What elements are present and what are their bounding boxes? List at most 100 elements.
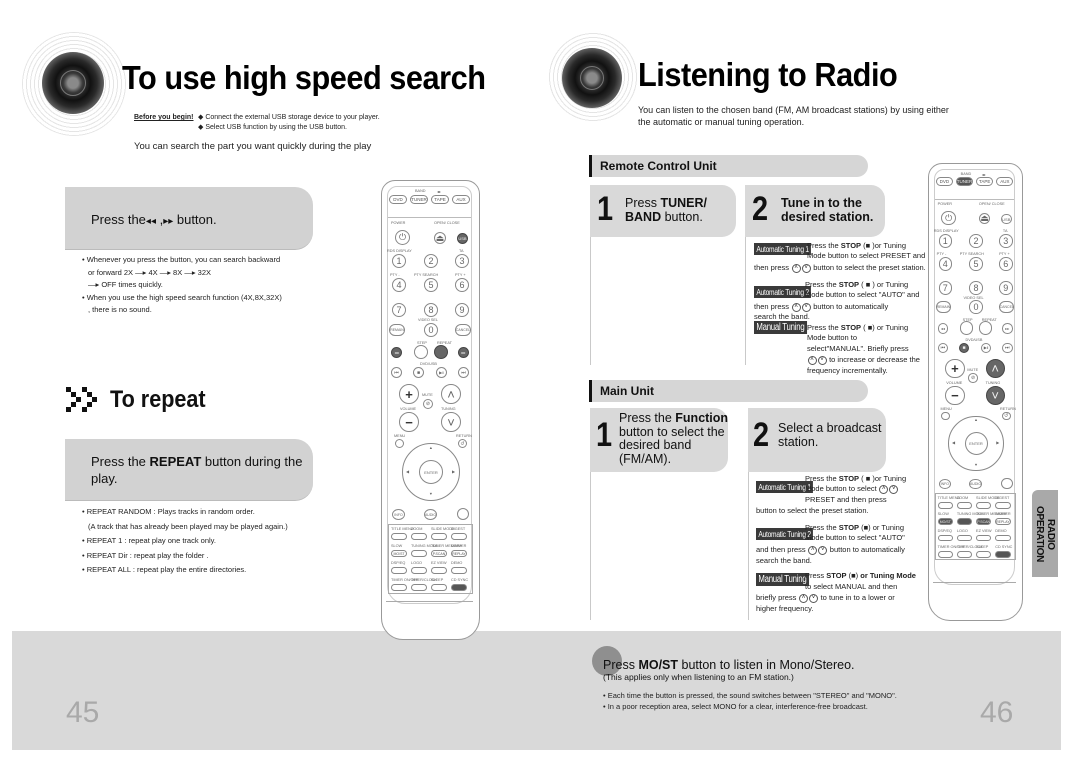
function-button[interactable] (995, 534, 1011, 542)
function-button[interactable] (451, 584, 467, 591)
digit-button-2[interactable]: 2 (424, 254, 438, 268)
function-button[interactable] (995, 501, 1011, 509)
function-button[interactable] (976, 501, 992, 509)
function-button[interactable] (956, 518, 973, 525)
digit-button-3[interactable]: 3 (455, 254, 469, 268)
power-button[interactable]: ⏻ (395, 230, 410, 245)
source-button-dvd[interactable]: DVD (935, 177, 953, 187)
play-pause-button[interactable]: ▶‖ (436, 367, 447, 378)
function-button[interactable] (391, 567, 407, 574)
source-button-dvd[interactable]: DVD (389, 195, 407, 204)
function-button[interactable] (976, 534, 992, 542)
function-button[interactable] (411, 550, 427, 557)
usb-button[interactable]: USB (457, 233, 468, 244)
mute-button[interactable]: ⊘ (968, 373, 978, 383)
tuning-up-button[interactable]: ˄ (985, 358, 1005, 379)
function-button[interactable] (937, 501, 953, 509)
source-button-aux[interactable]: AUX (452, 195, 470, 204)
mute-button[interactable]: ⊘ (423, 399, 433, 409)
skip-forward-button[interactable]: ⏭ (458, 367, 469, 378)
function-button[interactable] (956, 501, 973, 509)
usb-button[interactable]: USB (1001, 213, 1012, 225)
function-button[interactable] (956, 550, 973, 558)
digit-button-7[interactable]: 7 (938, 281, 953, 295)
function-button[interactable]: MO/ST (937, 518, 953, 525)
function-button[interactable] (431, 533, 447, 540)
tuning-down-button[interactable]: ˅ (441, 412, 461, 432)
digit-button-2[interactable]: 2 (969, 234, 983, 248)
rewind-button[interactable]: ◂◂ (937, 323, 949, 334)
source-button-tuner[interactable]: TUNER (410, 195, 428, 204)
digit-button-8[interactable]: 8 (969, 281, 983, 295)
subtitle-button[interactable] (1001, 477, 1013, 490)
function-button[interactable]: REPLAY (995, 518, 1011, 525)
source-button-tape[interactable]: TAPE (431, 195, 449, 204)
skip-forward-button[interactable]: ⏭ (1001, 342, 1013, 354)
return-button[interactable]: ↺ (1001, 411, 1011, 421)
source-button-tape[interactable]: TAPE (976, 177, 994, 187)
digit-button-5[interactable]: 5 (969, 257, 983, 271)
function-button[interactable]: MO/ST (391, 550, 407, 557)
repeat-button[interactable] (434, 345, 448, 359)
function-button[interactable] (451, 533, 467, 540)
cancel-button[interactable]: CANCEL (999, 301, 1015, 313)
digit-button-1[interactable]: 1 (392, 254, 406, 268)
stop-button[interactable]: ■ (413, 367, 424, 378)
digit-button-1[interactable]: 1 (938, 234, 953, 248)
open-close-button[interactable]: ⏏ (978, 212, 991, 225)
volume-down-button[interactable]: − (399, 412, 419, 432)
digit-button-7[interactable]: 7 (392, 303, 406, 317)
function-button[interactable] (451, 567, 467, 574)
function-button[interactable]: REPLAY (451, 550, 467, 557)
digit-button-5[interactable]: 5 (424, 278, 438, 292)
function-button[interactable] (391, 584, 407, 591)
digit-button-4[interactable]: 4 (392, 278, 406, 292)
function-button[interactable] (937, 550, 953, 558)
tuning-up-button[interactable]: ˄ (441, 384, 461, 404)
fast-forward-button[interactable]: ▸▸ (1001, 323, 1013, 334)
info-button[interactable]: INFO (392, 509, 405, 520)
function-button[interactable]: P.SCAN (431, 550, 447, 557)
step-button[interactable] (959, 321, 974, 335)
function-button[interactable] (431, 584, 447, 591)
function-button[interactable] (431, 567, 447, 574)
function-button[interactable] (956, 534, 973, 542)
volume-up-button[interactable]: + (399, 384, 419, 404)
volume-up-button[interactable]: + (945, 358, 965, 379)
rewind-button[interactable]: ◂◂ (391, 347, 402, 358)
digit-button-9[interactable]: 9 (455, 303, 469, 317)
function-button[interactable] (411, 533, 427, 540)
function-button[interactable] (976, 550, 992, 558)
digit-button-6[interactable]: 6 (999, 257, 1013, 271)
skip-back-button[interactable]: ⏮ (391, 367, 402, 378)
function-button[interactable] (937, 534, 953, 542)
subtitle-button[interactable] (457, 508, 469, 520)
cancel-button[interactable]: CANCEL (455, 324, 471, 336)
function-button[interactable] (391, 533, 407, 540)
function-button[interactable] (411, 567, 427, 574)
digit-button-6[interactable]: 6 (455, 278, 469, 292)
digit-button-9[interactable]: 9 (999, 281, 1013, 295)
enter-button[interactable]: ENTER (419, 460, 443, 484)
menu-button[interactable] (395, 439, 404, 448)
volume-down-button[interactable]: − (945, 385, 965, 405)
fast-forward-button[interactable]: ▸▸ (458, 347, 469, 358)
source-button-aux[interactable]: AUX (996, 177, 1014, 187)
tuning-down-button[interactable]: ˅ (985, 385, 1005, 405)
digit-button-4[interactable]: 4 (938, 257, 953, 271)
remain-button[interactable]: REMAIN (935, 301, 952, 313)
digit-button-3[interactable]: 3 (999, 234, 1013, 248)
function-button[interactable] (995, 550, 1011, 558)
audio-button[interactable]: AUDIO (424, 509, 437, 520)
digit-button-8[interactable]: 8 (424, 303, 438, 317)
digit-button-0[interactable]: 0 (424, 323, 438, 337)
source-button-tuner[interactable]: TUNER (955, 177, 974, 187)
open-close-button[interactable]: ⏏ (434, 232, 446, 244)
digit-button-0[interactable]: 0 (969, 300, 983, 314)
return-button[interactable]: ↺ (458, 439, 467, 448)
step-button[interactable] (414, 345, 428, 359)
enter-button[interactable]: ENTER (964, 431, 988, 455)
function-button[interactable] (411, 584, 427, 591)
remain-button[interactable]: REMAIN (389, 324, 405, 336)
function-button[interactable]: P.SCAN (976, 518, 992, 525)
